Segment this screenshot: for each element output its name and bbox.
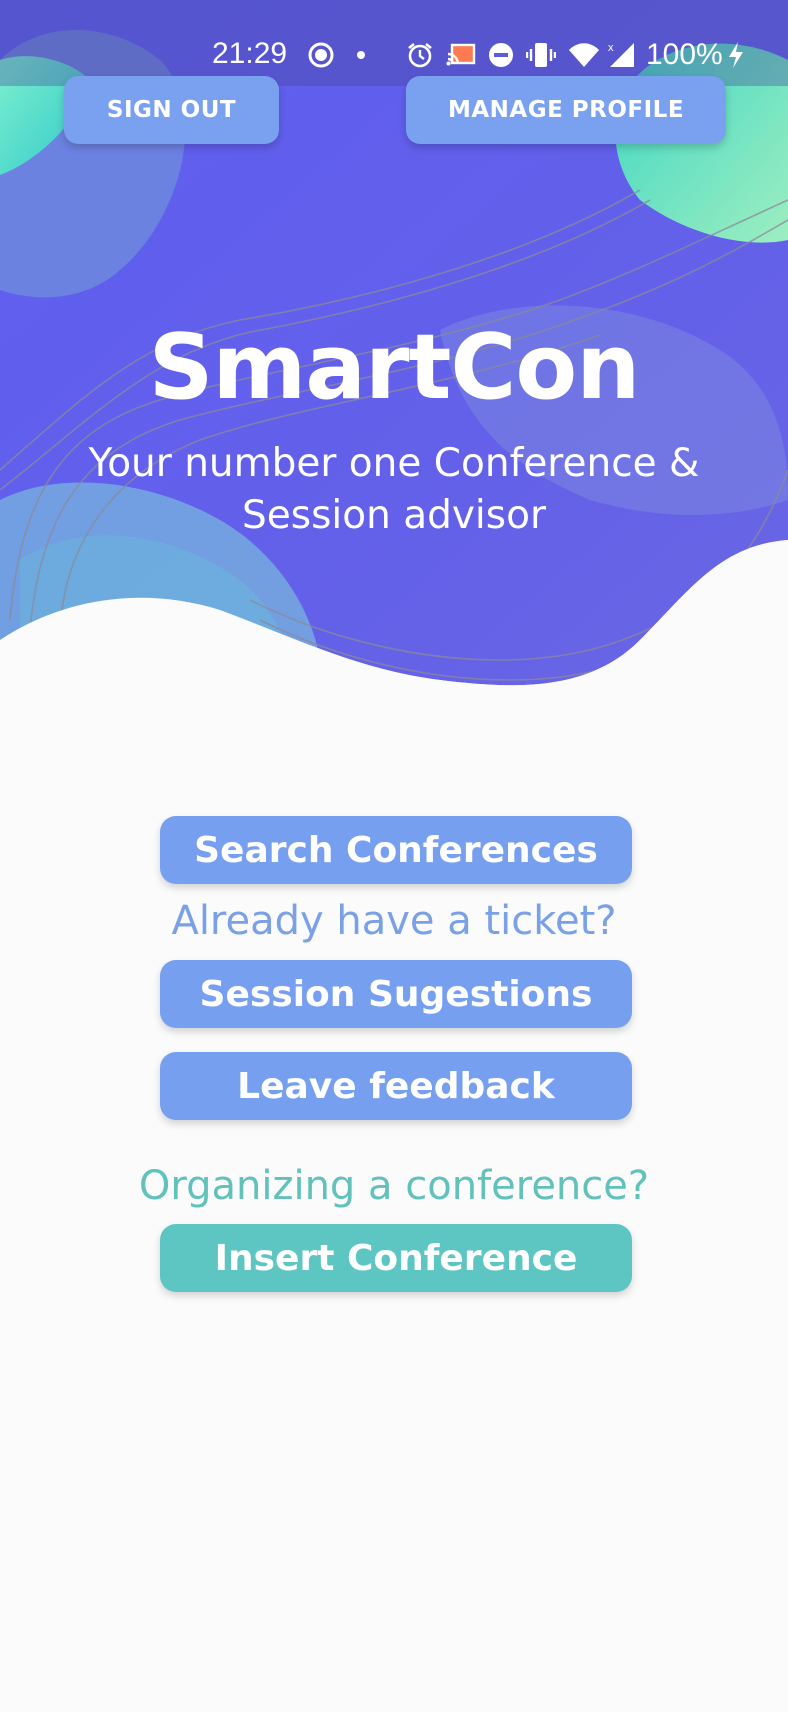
sign-out-button[interactable]: SIGN OUT [64,76,279,144]
status-icons: x 100% [306,36,745,74]
session-suggestions-button[interactable]: Session Sugestions [160,960,632,1028]
insert-conference-button[interactable]: Insert Conference [160,1224,632,1292]
alarm-icon [408,42,432,68]
manage-profile-button[interactable]: MANAGE PROFILE [406,76,726,144]
dot-icon [357,51,365,59]
cast-icon [446,43,476,66]
do-not-disturb-icon [489,43,513,67]
charging-icon [728,42,743,68]
status-bar: 21:29 x 100% [0,0,788,86]
ticket-prompt: Already have a ticket? [171,898,617,944]
battery-percent: 100% [646,38,723,71]
organize-prompt: Organizing a conference? [138,1163,650,1209]
app-title: SmartCon [148,315,641,420]
app-subtitle: Your number one Conference & Session adv… [88,441,700,538]
svg-text:x: x [608,42,614,54]
vibrate-icon [526,43,556,67]
leave-feedback-button[interactable]: Leave feedback [160,1052,632,1120]
record-icon [308,42,334,68]
home-screen: 21:29 x 100% SIGN OUT MANAGE PROFILE Sma… [0,0,788,1712]
signal-icon: x [608,42,634,67]
wifi-icon [569,43,599,67]
status-time: 21:29 [212,37,288,70]
search-conferences-button[interactable]: Search Conferences [160,816,632,884]
